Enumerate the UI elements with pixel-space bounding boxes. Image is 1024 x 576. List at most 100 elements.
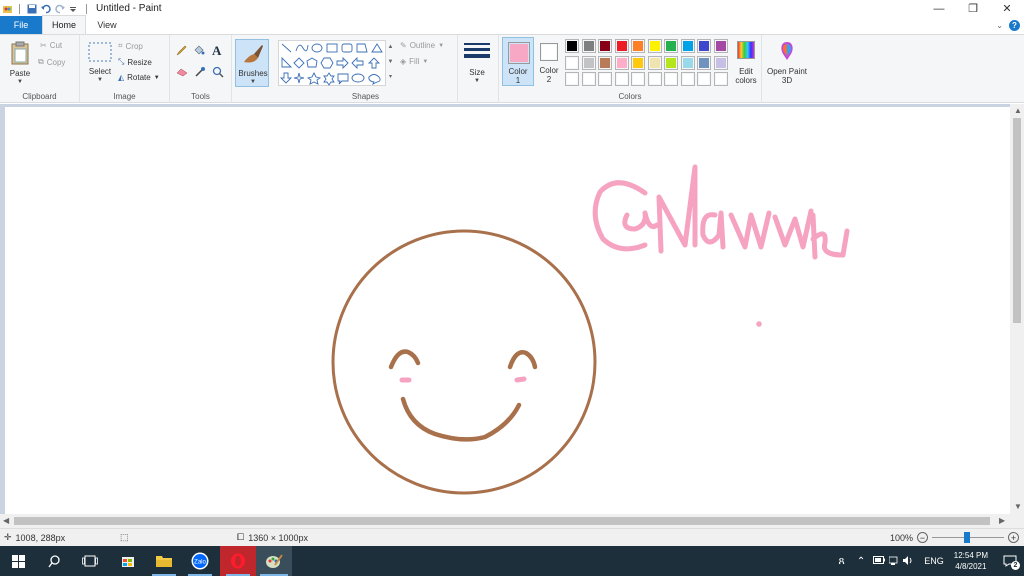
paste-button[interactable]: Paste ▼ [4, 38, 36, 86]
hexagon-shape-icon[interactable] [320, 57, 334, 69]
palette-color-swatch[interactable] [680, 55, 695, 70]
crop-button[interactable]: ⌗ Crop [118, 41, 143, 51]
six-point-star-shape-icon[interactable] [323, 72, 335, 86]
close-button[interactable]: ✕ [990, 0, 1024, 17]
volume-icon[interactable] [903, 555, 914, 567]
select-button[interactable]: Select ▼ [85, 40, 115, 85]
palette-color-swatch[interactable] [565, 72, 579, 86]
palette-color-swatch[interactable] [713, 72, 728, 86]
palette-color-swatch[interactable] [631, 39, 645, 53]
palette-color-swatch[interactable] [697, 55, 711, 70]
rotate-dropdown-icon[interactable]: ▼ [154, 75, 160, 81]
undo-icon[interactable] [41, 4, 51, 14]
copy-button[interactable]: ⧉ Copy [38, 57, 65, 67]
shapes-scrollbar[interactable]: ▲ ▼ ▾ [386, 40, 395, 86]
palette-color-swatch[interactable] [581, 72, 596, 86]
palette-color-swatch[interactable] [598, 55, 612, 70]
pencil-icon[interactable] [176, 44, 188, 58]
palette-color-swatch[interactable] [598, 72, 612, 86]
line-shape-icon[interactable] [281, 43, 292, 53]
taskbar-file-explorer[interactable] [146, 546, 182, 576]
battery-icon[interactable] [873, 556, 886, 566]
scroll-left-icon[interactable]: ◀ [3, 516, 9, 525]
fill-button[interactable]: ◈ Fill ▼ [400, 57, 428, 66]
diamond-shape-icon[interactable] [293, 57, 305, 69]
pentagon-shape-icon[interactable] [306, 57, 318, 68]
palette-color-swatch[interactable] [565, 55, 579, 70]
down-arrow-shape-icon[interactable] [279, 72, 293, 84]
palette-color-swatch[interactable] [697, 39, 711, 53]
four-point-star-shape-icon[interactable] [293, 72, 305, 84]
resize-button[interactable]: ⤡ Resize [118, 57, 152, 67]
size-dropdown-icon[interactable]: ▼ [474, 78, 480, 84]
right-triangle-shape-icon[interactable] [281, 56, 293, 68]
eraser-icon[interactable] [176, 67, 188, 79]
palette-color-swatch[interactable] [581, 55, 596, 70]
palette-color-swatch[interactable] [631, 72, 645, 86]
search-button[interactable] [36, 546, 72, 576]
curve-shape-icon[interactable] [295, 44, 309, 52]
tab-home[interactable]: Home [42, 15, 86, 34]
start-button[interactable] [0, 546, 36, 576]
palette-color-swatch[interactable] [614, 72, 629, 86]
left-arrow-shape-icon[interactable] [351, 56, 364, 70]
palette-color-swatch[interactable] [713, 39, 728, 53]
rectangular-callout-shape-icon[interactable] [337, 73, 349, 85]
taskbar-paint[interactable] [256, 546, 292, 576]
open-paint-3d-button[interactable]: Open Paint 3D [766, 39, 808, 87]
five-point-star-shape-icon[interactable] [306, 71, 322, 85]
task-view-button[interactable] [72, 546, 108, 576]
edit-colors-button[interactable]: Edit colors [731, 39, 761, 87]
fill-bucket-icon[interactable] [193, 44, 205, 58]
customize-dropdown-icon[interactable] [69, 4, 79, 14]
palette-color-swatch[interactable] [565, 39, 579, 53]
palette-color-swatch[interactable] [664, 39, 678, 53]
palette-color-swatch[interactable] [680, 72, 695, 86]
vertical-scrollbar[interactable]: ▲ ▼ [1010, 104, 1024, 528]
rounded-rectangle-shape-icon[interactable] [341, 43, 353, 53]
palette-color-swatch[interactable] [631, 55, 645, 70]
minimize-button[interactable]: — [922, 0, 956, 17]
magnifier-icon[interactable] [212, 66, 224, 80]
action-center-button[interactable]: 2 [996, 546, 1024, 576]
palette-color-swatch[interactable] [647, 72, 662, 86]
zoom-in-icon[interactable]: + [1008, 532, 1020, 543]
horizontal-scroll-thumb[interactable] [14, 517, 990, 525]
up-arrow-shape-icon[interactable] [367, 57, 381, 69]
redo-icon[interactable] [55, 4, 65, 14]
scroll-up-icon[interactable]: ▲ [1014, 106, 1022, 115]
text-icon[interactable]: A [212, 43, 221, 59]
color-picker-icon[interactable] [194, 66, 206, 80]
people-icon[interactable]: ጸ [838, 555, 844, 568]
palette-color-swatch[interactable] [647, 39, 662, 53]
scroll-down-icon[interactable]: ▼ [1014, 502, 1022, 511]
select-dropdown-icon[interactable]: ▼ [97, 77, 103, 83]
palette-color-swatch[interactable] [581, 39, 596, 53]
palette-color-swatch[interactable] [614, 55, 629, 70]
oval-shape-icon[interactable] [311, 43, 323, 53]
tab-file[interactable]: File [0, 16, 42, 34]
network-icon[interactable] [888, 556, 899, 567]
rotate-button[interactable]: ◭ Rotate ▼ [118, 73, 160, 82]
scroll-right-icon[interactable]: ▶ [999, 516, 1005, 525]
taskbar-opera[interactable] [220, 546, 256, 576]
triangle-shape-icon[interactable] [371, 43, 383, 53]
cut-button[interactable]: ✂ Cut [40, 41, 62, 50]
paste-dropdown-icon[interactable]: ▼ [17, 79, 23, 85]
palette-color-swatch[interactable] [614, 39, 629, 53]
vertical-scroll-thumb[interactable] [1013, 118, 1021, 323]
zoom-slider-thumb[interactable] [964, 532, 971, 543]
outline-button[interactable]: ✎ Outline ▼ [400, 41, 444, 50]
clock[interactable]: 12:54 PM 4/8/2021 [954, 550, 988, 572]
palette-color-swatch[interactable] [598, 39, 612, 53]
zoom-slider[interactable] [932, 532, 1005, 543]
save-icon[interactable] [27, 4, 37, 14]
color2-button[interactable]: Color 2 [536, 37, 562, 86]
polygon-shape-icon[interactable] [356, 43, 368, 53]
show-hidden-icons-icon[interactable]: ⌃ [857, 556, 865, 567]
palette-color-swatch[interactable] [680, 39, 695, 53]
input-language[interactable]: ENG [924, 556, 944, 566]
size-button[interactable]: Size ▼ [460, 39, 494, 87]
palette-color-swatch[interactable] [647, 55, 662, 70]
help-icon[interactable]: ? [1009, 20, 1020, 31]
